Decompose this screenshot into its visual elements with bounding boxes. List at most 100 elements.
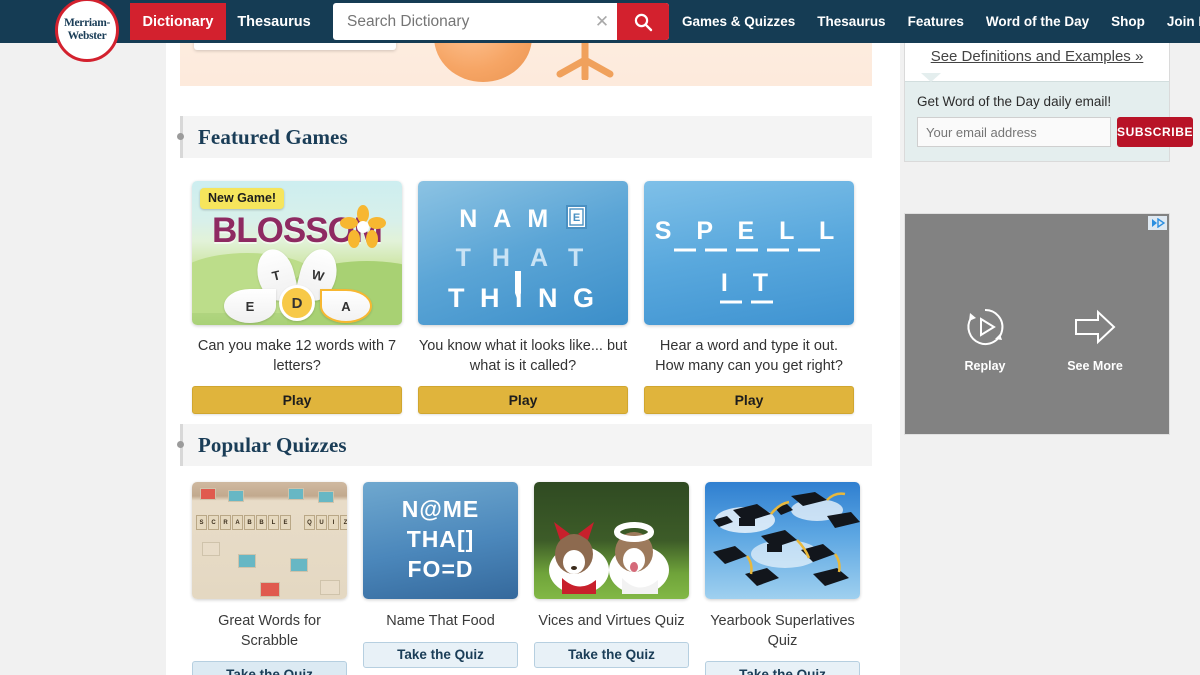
- scrabble-tile: I: [328, 515, 339, 530]
- board-square: [318, 491, 334, 503]
- arrow-right-icon: [1075, 309, 1116, 345]
- scrabble-tile: C: [208, 515, 219, 530]
- featured-games-title: Featured Games: [198, 124, 348, 149]
- video-ad-placeholder[interactable]: Replay See More: [904, 213, 1170, 435]
- scrabble-tile: L: [268, 515, 279, 530]
- search-input[interactable]: [333, 12, 587, 31]
- scrabble-tile-row: S C R A B B L E Q U I Z: [196, 515, 347, 530]
- right-sidebar: endemic See Definitions and Examples » G…: [900, 0, 1200, 675]
- ad-seemore-label: See More: [1067, 359, 1123, 373]
- game-card-name-that-thing[interactable]: N A M E E T H A T T H I N G You know wha…: [418, 181, 628, 414]
- featured-games-section-header: Featured Games: [177, 116, 872, 158]
- quiz-card-yearbook-superlatives[interactable]: Yearbook Superlatives Quiz Take the Quiz: [705, 482, 860, 675]
- replay-circle-play-icon: [967, 308, 1004, 345]
- game-card-spell-it[interactable]: S P E L L I T Hear a word and type it ou…: [644, 181, 854, 414]
- quiz-card-vices-and-virtues[interactable]: Vices and Virtues Quiz Take the Quiz: [534, 482, 689, 675]
- ntt-line-2: T H A T: [455, 244, 591, 272]
- signup-form: SUBSCRIBE: [917, 117, 1194, 147]
- quiz-title: Name That Food: [386, 613, 495, 629]
- board-square: [288, 488, 304, 500]
- scrabble-tile: Q: [304, 515, 315, 530]
- scrabble-tile: S: [196, 515, 207, 530]
- take-the-quiz-button-scrabble[interactable]: Take the Quiz: [192, 661, 347, 675]
- quiz-title: Yearbook Superlatives Quiz: [710, 613, 855, 649]
- petal-letter-e[interactable]: E: [224, 289, 276, 323]
- logo-line-2: Webster: [67, 30, 107, 42]
- take-the-quiz-button-vices-and-virtues[interactable]: Take the Quiz: [534, 641, 689, 668]
- popular-quizzes-title: Popular Quizzes: [198, 432, 347, 457]
- book-icon: E: [566, 205, 587, 229]
- corgi-devil-angel-art[interactable]: [534, 482, 689, 599]
- pencil-icon: [515, 271, 521, 301]
- graduation-caps-photo: [713, 492, 860, 586]
- board-square: [320, 580, 340, 595]
- search-bar: ✕: [333, 3, 669, 40]
- nav-thesaurus[interactable]: Thesaurus: [817, 14, 885, 29]
- name-that-thing-art[interactable]: N A M E E T H A T T H I N G: [418, 181, 628, 325]
- close-x-icon[interactable]: ✕: [587, 12, 617, 32]
- primary-nav: Games & Quizzes Thesaurus Features Word …: [682, 0, 1200, 43]
- tab-dictionary[interactable]: Dictionary: [130, 3, 226, 40]
- play-button-spell-it[interactable]: Play: [644, 386, 854, 414]
- quiz-card-scrabble[interactable]: S C R A B B L E Q U I Z Great Words for …: [192, 482, 347, 675]
- quiz-card-name-that-food[interactable]: N@ME THA[] FO=D Name That Food Take the …: [363, 482, 518, 675]
- scrabble-tile-gap: [292, 515, 303, 530]
- blossom-game-art[interactable]: New Game! BLOSSOM T W A E D: [192, 181, 402, 325]
- game-description: Can you make 12 words with 7 letters?: [197, 338, 397, 374]
- play-button-name-that-thing[interactable]: Play: [418, 386, 628, 414]
- magnifier-icon: [634, 13, 653, 31]
- signup-prompt: Get Word of the Day daily email!: [917, 94, 1112, 109]
- game-description: You know what it looks like... but what …: [418, 338, 628, 374]
- board-square: [290, 558, 308, 572]
- popular-quizzes-grid: S C R A B B L E Q U I Z Great Words for …: [166, 482, 900, 675]
- ad-seemore-control[interactable]: See More: [1055, 306, 1135, 373]
- spell-it-art[interactable]: S P E L L I T: [644, 181, 854, 325]
- flower-icon: [340, 205, 386, 248]
- take-the-quiz-button-name-that-food[interactable]: Take the Quiz: [363, 641, 518, 668]
- site-header: Merriam- Webster Dictionary Thesaurus ✕ …: [0, 0, 1200, 62]
- scrabble-tile: U: [316, 515, 327, 530]
- scrabble-tile: B: [256, 515, 267, 530]
- email-input[interactable]: [917, 117, 1111, 147]
- merriam-webster-logo[interactable]: Merriam- Webster: [55, 0, 119, 62]
- spellit-line-1: S P E L L: [654, 217, 844, 245]
- nav-features[interactable]: Features: [908, 14, 964, 29]
- nav-games-and-quizzes[interactable]: Games & Quizzes: [682, 14, 795, 29]
- scrabble-board-art[interactable]: S C R A B B L E Q U I Z: [192, 482, 347, 599]
- ntf-line-1: N@ME: [401, 496, 480, 522]
- petal-center-letter-d[interactable]: D: [279, 285, 315, 321]
- name-that-food-art[interactable]: N@ME THA[] FO=D: [363, 482, 518, 599]
- letter-underlines: [674, 248, 820, 252]
- see-definitions-link[interactable]: See Definitions and Examples »: [905, 38, 1169, 81]
- nav-word-of-the-day[interactable]: Word of the Day: [986, 14, 1089, 29]
- ntt-line-3: T H I N G: [448, 283, 598, 313]
- ntf-line-3: FO=D: [407, 556, 474, 582]
- tab-thesaurus[interactable]: Thesaurus: [226, 3, 322, 40]
- quiz-title: Vices and Virtues Quiz: [538, 613, 685, 629]
- search-submit-button[interactable]: [617, 3, 669, 40]
- board-square: [228, 490, 244, 502]
- subscribe-button[interactable]: SUBSCRIBE: [1117, 117, 1194, 147]
- board-square: [200, 488, 216, 500]
- svg-text:E: E: [573, 212, 580, 224]
- main-content-column: Take the Quiz Featured Games New Game!: [166, 0, 900, 675]
- take-the-quiz-button-yearbook[interactable]: Take the Quiz: [705, 661, 860, 675]
- petal-letter-a[interactable]: A: [320, 289, 372, 323]
- nav-join-mwu[interactable]: Join MWU: [1167, 14, 1200, 29]
- ntt-line-1: N A M E: [459, 205, 587, 233]
- scrabble-tile: E: [280, 515, 291, 530]
- featured-games-grid: New Game! BLOSSOM T W A E D Can you make…: [166, 181, 900, 414]
- adchoices-glyph: [1151, 218, 1165, 228]
- graduation-caps-art[interactable]: [705, 482, 860, 599]
- quiz-title: Great Words for Scrabble: [218, 613, 321, 649]
- new-game-badge: New Game!: [200, 188, 285, 209]
- play-button-blossom[interactable]: Play: [192, 386, 402, 414]
- board-square: [260, 582, 280, 597]
- scrabble-tile: A: [232, 515, 243, 530]
- adchoices-icon[interactable]: [1148, 216, 1167, 230]
- ad-replay-control[interactable]: Replay: [945, 306, 1025, 373]
- game-card-blossom[interactable]: New Game! BLOSSOM T W A E D Can you make…: [192, 181, 402, 414]
- nav-shop[interactable]: Shop: [1111, 14, 1145, 29]
- board-square: [238, 554, 256, 568]
- ntf-line-2: THA[]: [406, 526, 475, 552]
